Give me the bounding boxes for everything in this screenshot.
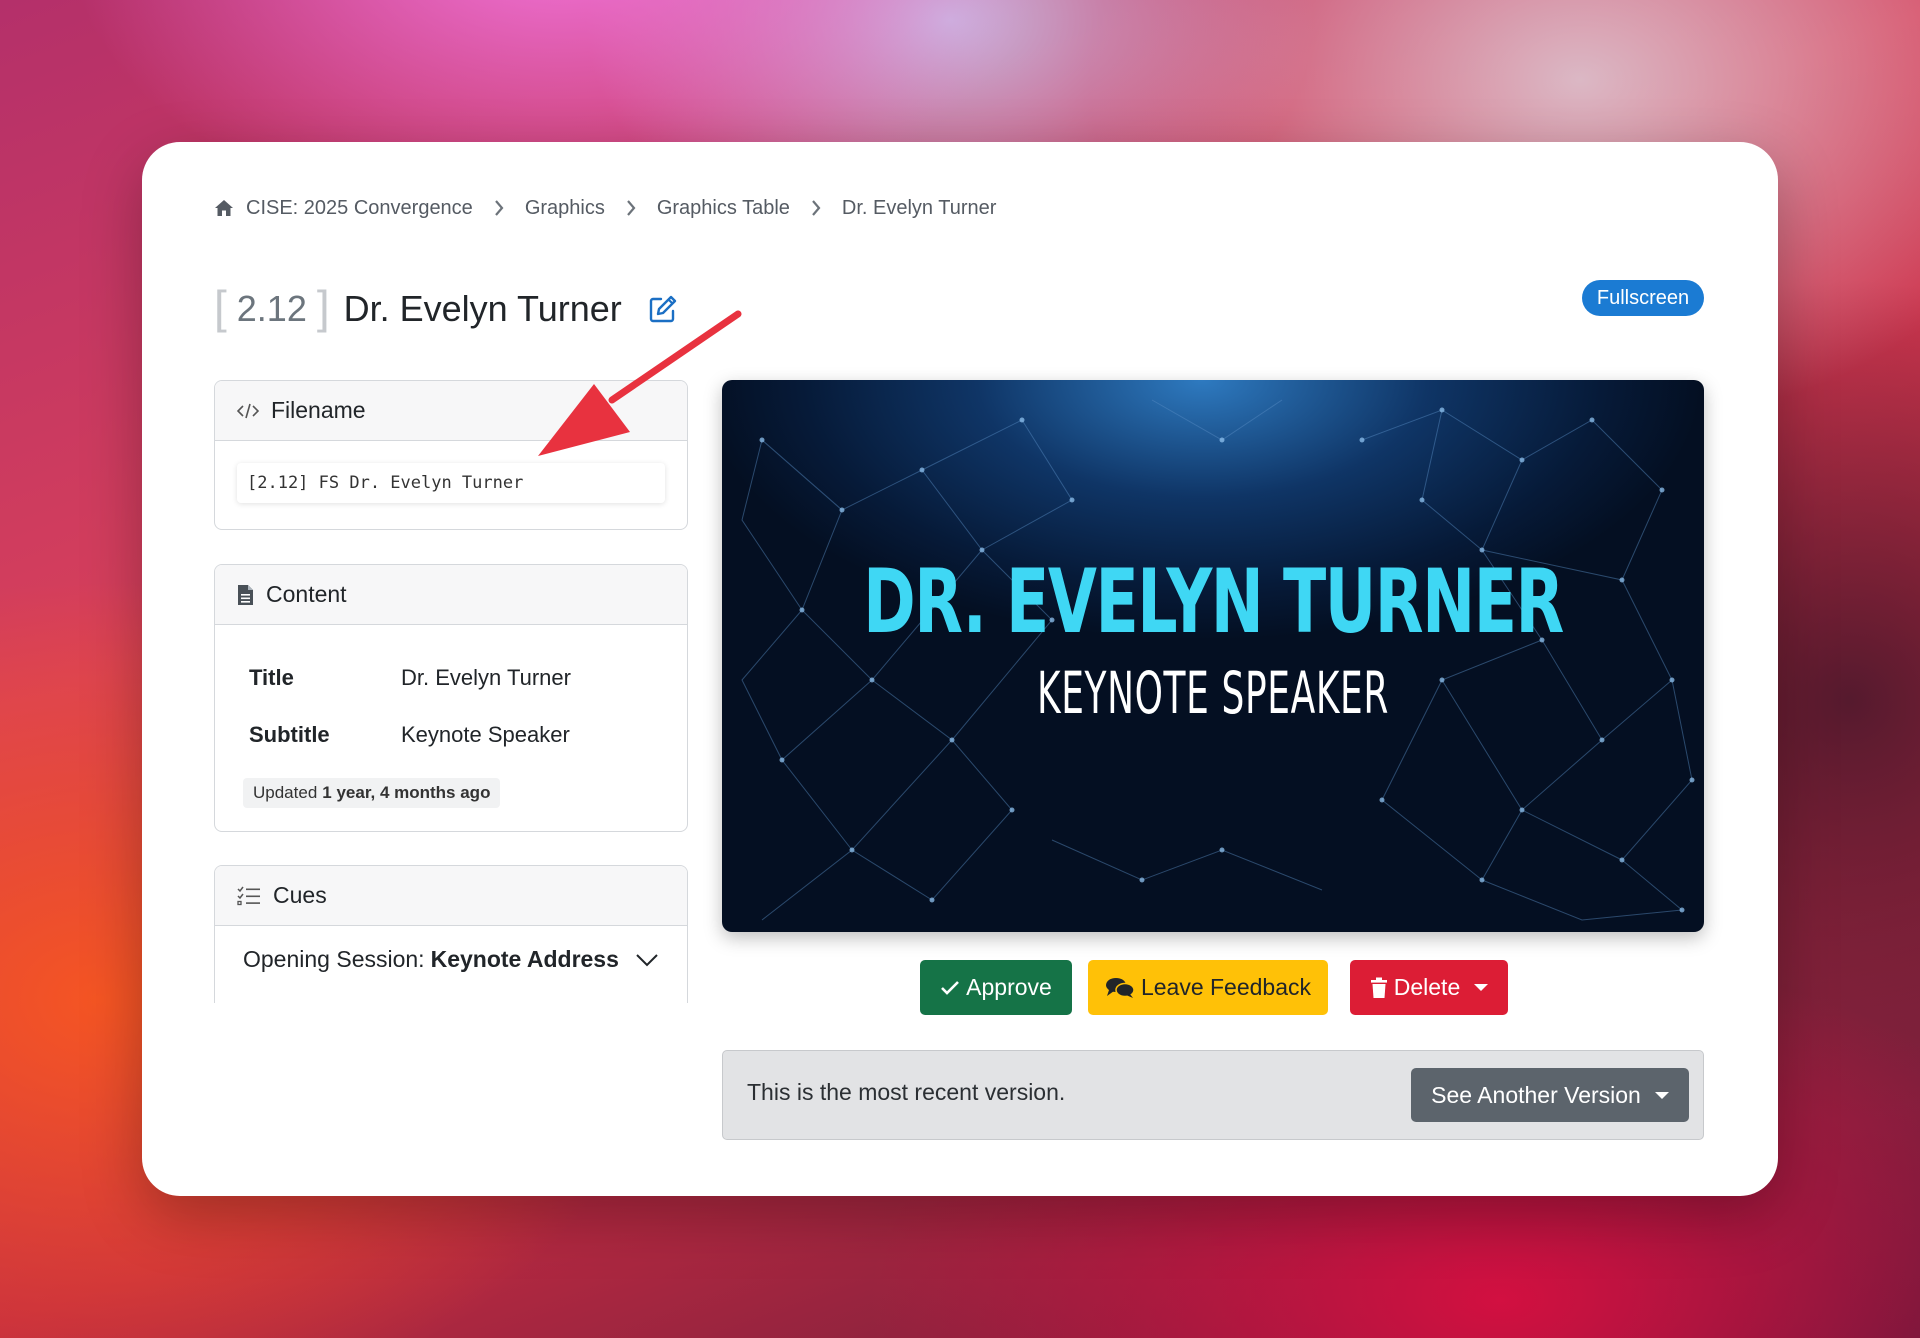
breadcrumb-item-graphics[interactable]: Graphics <box>525 197 605 220</box>
delete-button[interactable]: Delete <box>1350 960 1508 1015</box>
caret-down-icon <box>1474 984 1489 991</box>
approve-label: Approve <box>966 974 1052 1000</box>
breadcrumb-label: CISE: 2025 Convergence <box>246 196 473 219</box>
main-card: CISE: 2025 Convergence Graphics Graphics… <box>142 142 1778 1196</box>
version-bar: This is the most recent version. See Ano… <box>722 1050 1704 1140</box>
trash-icon <box>1370 977 1388 999</box>
see-another-version-label: See Another Version <box>1431 1081 1641 1108</box>
graphic-number: [ 2.12 ] <box>214 284 330 330</box>
delete-label: Delete <box>1393 974 1461 1000</box>
content-panel-title: Content <box>266 581 347 607</box>
filename-panel: Filename [2.12] FS Dr. Evelyn Turner <box>214 380 688 530</box>
caret-down-icon <box>1654 1091 1669 1099</box>
field-label: Subtitle <box>249 722 330 747</box>
breadcrumb-item-project[interactable]: CISE: 2025 Convergence <box>214 197 473 220</box>
chevron-right-icon <box>473 199 525 217</box>
edit-icon[interactable] <box>648 294 678 324</box>
code-icon <box>237 403 259 419</box>
network-background-image <box>741 399 1695 921</box>
content-field-subtitle: Subtitle Keynote Speaker <box>249 722 570 748</box>
leave-feedback-label: Leave Feedback <box>1140 974 1312 1000</box>
filename-panel-title: Filename <box>271 397 366 423</box>
breadcrumb-item-current: Dr. Evelyn Turner <box>841 196 997 219</box>
chevron-right-icon <box>605 199 657 217</box>
field-label: Title <box>249 665 294 690</box>
graphic-preview: DR. EVELYN TURNER KEYNOTE SPEAKER <box>722 380 1704 932</box>
cues-panel-title: Cues <box>273 882 327 908</box>
see-another-version-button[interactable]: See Another Version <box>1411 1068 1689 1122</box>
file-icon <box>237 584 254 606</box>
graphic-number-value: 2.12 <box>236 288 307 329</box>
cue-name: Keynote Address <box>430 946 619 972</box>
chevron-right-icon <box>790 199 842 217</box>
content-panel-header: Content <box>215 565 687 625</box>
check-icon <box>940 980 960 996</box>
version-message: This is the most recent version. <box>747 1079 1066 1105</box>
cues-panel-header: Cues <box>215 866 687 926</box>
bracket-open-icon: [ <box>214 281 227 333</box>
preview-subtitle: KEYNOTE SPEAKER <box>1036 659 1390 727</box>
chevron-down-icon <box>635 953 659 967</box>
approve-button[interactable]: Approve <box>920 960 1072 1015</box>
preview-title: DR. EVELYN TURNER <box>863 550 1564 653</box>
cues-panel: Cues Opening Session: Keynote Address <box>214 865 688 1003</box>
page-heading: [ 2.12 ] Dr. Evelyn Turner <box>214 280 678 338</box>
field-value: Dr. Evelyn Turner <box>401 665 571 690</box>
checklist-icon <box>237 886 261 906</box>
updated-badge: Updated 1 year, 4 months ago <box>243 778 501 808</box>
fullscreen-button[interactable]: Fullscreen <box>1582 280 1704 316</box>
breadcrumb-item-graphics-table[interactable]: Graphics Table <box>657 197 790 220</box>
updated-value: 1 year, 4 months ago <box>322 783 491 802</box>
field-value: Keynote Speaker <box>401 722 570 747</box>
cue-prefix: Opening Session: <box>243 946 425 972</box>
leave-feedback-button[interactable]: Leave Feedback <box>1088 960 1328 1015</box>
breadcrumb: CISE: 2025 Convergence Graphics Graphics… <box>214 192 996 224</box>
filename-panel-header: Filename <box>215 381 687 441</box>
content-panel: Content Title Dr. Evelyn Turner Subtitle… <box>214 564 688 832</box>
cue-dropdown[interactable]: Opening Session: Keynote Address <box>243 946 659 973</box>
content-field-title: Title Dr. Evelyn Turner <box>249 665 571 691</box>
home-icon <box>214 199 234 217</box>
comments-icon <box>1105 977 1135 999</box>
page-title: Dr. Evelyn Turner <box>343 288 622 329</box>
updated-prefix: Updated <box>253 783 318 802</box>
filename-value[interactable]: [2.12] FS Dr. Evelyn Turner <box>237 463 665 503</box>
bracket-close-icon: ] <box>316 281 330 333</box>
